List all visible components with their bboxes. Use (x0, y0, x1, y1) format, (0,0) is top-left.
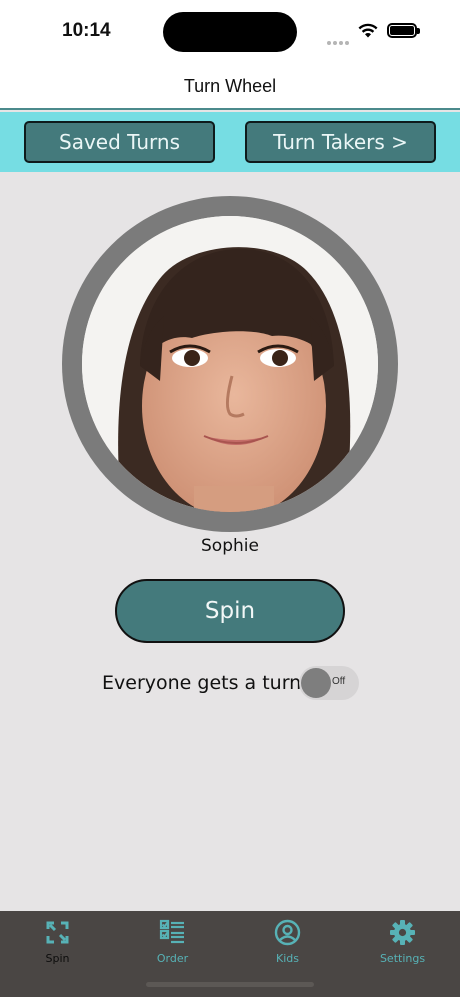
battery-icon (387, 23, 420, 38)
signal-icon (327, 30, 351, 45)
navigation-bar: Turn Wheel (0, 62, 460, 110)
dynamic-island (163, 12, 297, 52)
checklist-icon (159, 919, 184, 944)
tab-order[interactable]: Order (115, 911, 230, 981)
spin-button[interactable]: Spin (115, 579, 345, 643)
tab-label: Kids (276, 952, 299, 965)
tab-kids[interactable]: Kids (230, 911, 345, 981)
avatar (82, 216, 378, 512)
everyone-gets-turn-label: Everyone gets a turn (102, 672, 302, 694)
saved-turns-button[interactable]: Saved Turns (24, 121, 215, 163)
tab-spin[interactable]: Spin (0, 911, 115, 981)
everyone-gets-turn-row: Everyone gets a turn Off (0, 666, 460, 702)
turn-takers-button[interactable]: Turn Takers > (245, 121, 436, 163)
tab-settings[interactable]: Settings (345, 911, 460, 981)
page-title: Turn Wheel (183, 76, 277, 96)
spin-arrows-icon (46, 921, 69, 944)
avatar-ring (62, 196, 398, 532)
tab-label: Order (156, 952, 189, 965)
person-circle-icon (274, 919, 301, 946)
tab-label: Settings (379, 952, 426, 965)
turn-taker-name: Sophie (201, 536, 259, 556)
clock: 10:14 (62, 20, 111, 41)
tab-label: Spin (45, 952, 70, 965)
top-button-bar: Saved Turns Turn Takers > (0, 112, 460, 172)
toggle-state-text: Off (332, 676, 346, 687)
toggle-knob (301, 668, 331, 698)
status-bar: 10:14 (0, 0, 460, 62)
gear-icon (390, 920, 415, 945)
home-indicator (146, 982, 314, 987)
child-portrait-image (82, 216, 378, 512)
everyone-gets-turn-toggle[interactable]: Off (299, 666, 359, 700)
wifi-icon (358, 23, 378, 38)
